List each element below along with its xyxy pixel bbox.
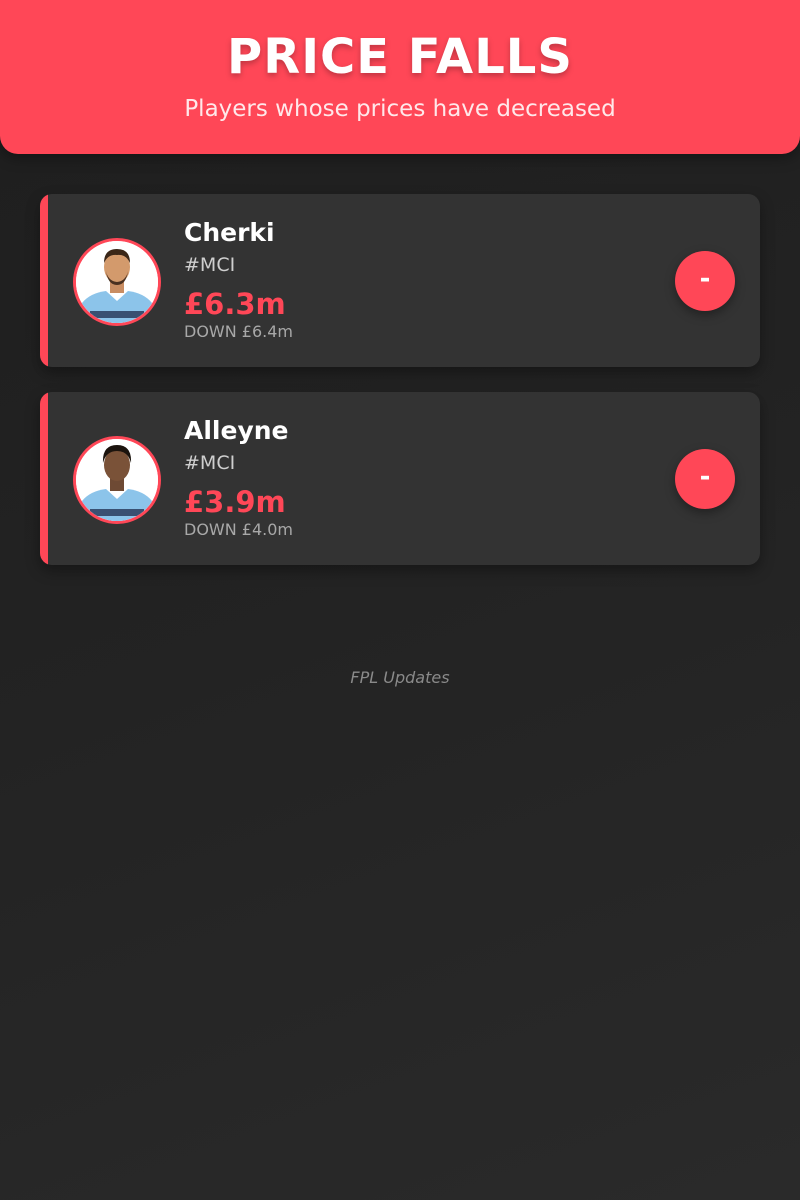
player-card: Alleyne #MCI £3.9m DOWN £4.0m - [40, 392, 760, 565]
player-price: £3.9m [184, 485, 286, 519]
player-name: Cherki [184, 218, 275, 247]
player-photo-icon [73, 238, 161, 326]
page-header: PRICE FALLS Players whose prices have de… [0, 0, 800, 154]
card-accent-bar [40, 392, 48, 565]
previous-price: DOWN £6.4m [184, 322, 293, 341]
player-price: £6.3m [184, 287, 286, 321]
player-name: Alleyne [184, 416, 289, 445]
player-team: #MCI [184, 452, 236, 474]
player-photo-icon [73, 436, 161, 524]
footer-credit: FPL Updates [350, 668, 450, 687]
card-accent-bar [40, 194, 48, 367]
page-subtitle: Players whose prices have decreased [184, 96, 616, 122]
previous-price: DOWN £4.0m [184, 520, 293, 539]
price-change-badge[interactable]: - [675, 251, 735, 311]
player-card: Cherki #MCI £6.3m DOWN £6.4m - [40, 194, 760, 367]
page-title: PRICE FALLS [227, 29, 573, 85]
player-team: #MCI [184, 254, 236, 276]
price-change-badge[interactable]: - [675, 449, 735, 509]
